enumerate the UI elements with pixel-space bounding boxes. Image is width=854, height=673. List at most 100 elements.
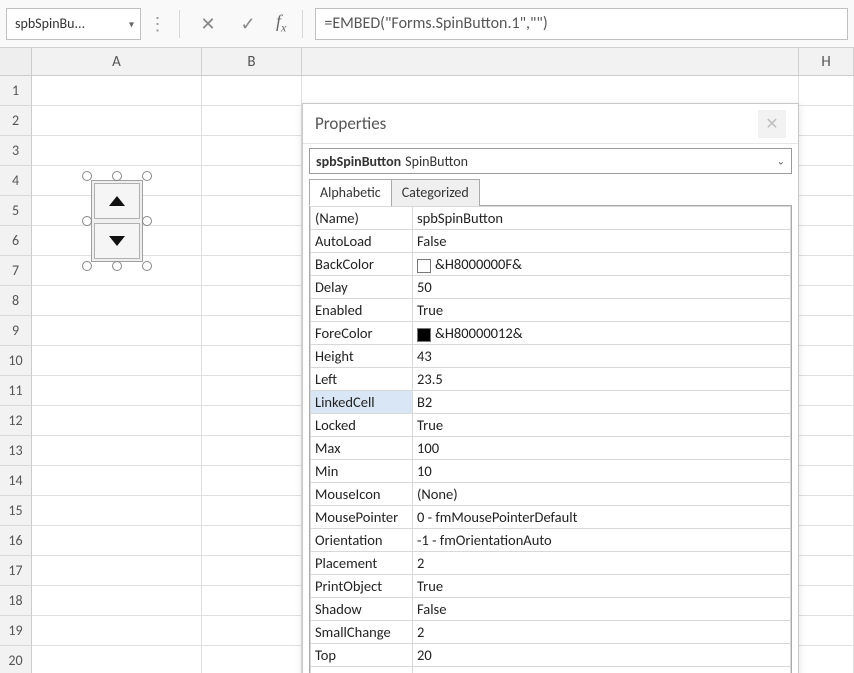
- cell[interactable]: [799, 136, 854, 166]
- cell[interactable]: [202, 226, 302, 256]
- cell[interactable]: [799, 616, 854, 646]
- cancel-icon[interactable]: ✕: [192, 8, 224, 40]
- property-name[interactable]: Orientation: [311, 529, 413, 552]
- cell[interactable]: [32, 436, 202, 466]
- cell[interactable]: [799, 406, 854, 436]
- row-header[interactable]: 20: [0, 646, 32, 673]
- property-name[interactable]: MouseIcon: [311, 483, 413, 506]
- cell[interactable]: [799, 316, 854, 346]
- property-value[interactable]: (None): [413, 483, 791, 506]
- property-value[interactable]: True: [413, 414, 791, 437]
- property-name[interactable]: MousePointer: [311, 506, 413, 529]
- property-name[interactable]: Min: [311, 460, 413, 483]
- tab-alphabetic[interactable]: Alphabetic: [309, 179, 392, 206]
- property-row[interactable]: Height43: [311, 345, 791, 368]
- property-row[interactable]: (Name)spbSpinButton: [311, 207, 791, 230]
- cell[interactable]: [202, 196, 302, 226]
- cell[interactable]: [202, 256, 302, 286]
- cell[interactable]: [32, 286, 202, 316]
- cell[interactable]: [32, 376, 202, 406]
- property-value[interactable]: 20: [413, 644, 791, 667]
- property-value[interactable]: &H8000000F&: [413, 253, 791, 276]
- cell[interactable]: [32, 316, 202, 346]
- resize-handle-tm[interactable]: [112, 171, 122, 181]
- cell[interactable]: [202, 286, 302, 316]
- name-box[interactable]: spbSpinBu... ▾: [6, 8, 141, 40]
- cell[interactable]: [202, 346, 302, 376]
- property-name[interactable]: Delay: [311, 276, 413, 299]
- spinbutton-control[interactable]: [87, 176, 147, 266]
- spin-down-button[interactable]: [94, 223, 140, 259]
- column-header-A[interactable]: A: [32, 48, 202, 76]
- column-header-H[interactable]: H: [799, 48, 854, 76]
- cell[interactable]: [799, 76, 854, 106]
- property-name[interactable]: Shadow: [311, 598, 413, 621]
- property-name[interactable]: SmallChange: [311, 621, 413, 644]
- property-row[interactable]: Value100: [311, 667, 791, 673]
- cell[interactable]: [202, 466, 302, 496]
- property-value[interactable]: True: [413, 575, 791, 598]
- row-header[interactable]: 18: [0, 586, 32, 616]
- property-name[interactable]: PrintObject: [311, 575, 413, 598]
- row-header[interactable]: 4: [0, 166, 32, 196]
- property-row[interactable]: LinkedCellB2: [311, 391, 791, 414]
- resize-handle-tr[interactable]: [142, 171, 152, 181]
- row-header[interactable]: 14: [0, 466, 32, 496]
- cell[interactable]: [32, 136, 202, 166]
- cell[interactable]: [202, 376, 302, 406]
- property-name[interactable]: AutoLoad: [311, 230, 413, 253]
- cell[interactable]: [32, 526, 202, 556]
- property-row[interactable]: ShadowFalse: [311, 598, 791, 621]
- property-name[interactable]: Height: [311, 345, 413, 368]
- property-row[interactable]: EnabledTrue: [311, 299, 791, 322]
- cell[interactable]: [202, 496, 302, 526]
- spin-up-button[interactable]: [94, 183, 140, 219]
- cell[interactable]: [202, 616, 302, 646]
- cell[interactable]: [32, 346, 202, 376]
- tab-categorized[interactable]: Categorized: [391, 179, 480, 206]
- row-header[interactable]: 15: [0, 496, 32, 526]
- property-value[interactable]: False: [413, 230, 791, 253]
- property-row[interactable]: LockedTrue: [311, 414, 791, 437]
- cell[interactable]: [799, 376, 854, 406]
- cell[interactable]: [202, 136, 302, 166]
- formula-bar[interactable]: =EMBED("Forms.SpinButton.1",""): [315, 8, 848, 40]
- property-value[interactable]: False: [413, 598, 791, 621]
- property-row[interactable]: Min10: [311, 460, 791, 483]
- cell[interactable]: [32, 556, 202, 586]
- property-name[interactable]: Value: [311, 667, 413, 673]
- property-value[interactable]: 2: [413, 621, 791, 644]
- cell[interactable]: [32, 406, 202, 436]
- cell[interactable]: [799, 196, 854, 226]
- cell[interactable]: [799, 556, 854, 586]
- row-header[interactable]: 17: [0, 556, 32, 586]
- cell[interactable]: [202, 406, 302, 436]
- property-name[interactable]: Enabled: [311, 299, 413, 322]
- cell[interactable]: [32, 466, 202, 496]
- row-header[interactable]: 8: [0, 286, 32, 316]
- property-name[interactable]: Top: [311, 644, 413, 667]
- property-row[interactable]: SmallChange2: [311, 621, 791, 644]
- row-header[interactable]: 9: [0, 316, 32, 346]
- cell[interactable]: [202, 526, 302, 556]
- property-value[interactable]: 10: [413, 460, 791, 483]
- property-value[interactable]: B2: [413, 391, 791, 414]
- cell[interactable]: [799, 256, 854, 286]
- property-row[interactable]: MouseIcon(None): [311, 483, 791, 506]
- cell[interactable]: [32, 76, 202, 106]
- cell[interactable]: [202, 586, 302, 616]
- cell[interactable]: [799, 436, 854, 466]
- cell[interactable]: [32, 496, 202, 526]
- cell[interactable]: [202, 436, 302, 466]
- cell[interactable]: [202, 316, 302, 346]
- properties-window[interactable]: Properties ✕ spbSpinButton SpinButton ⌄ …: [302, 103, 799, 673]
- cell[interactable]: [799, 166, 854, 196]
- resize-handle-mr[interactable]: [142, 216, 152, 226]
- property-row[interactable]: PrintObjectTrue: [311, 575, 791, 598]
- property-row[interactable]: ForeColor&H80000012&: [311, 322, 791, 345]
- property-name[interactable]: Locked: [311, 414, 413, 437]
- property-name[interactable]: LinkedCell: [311, 391, 413, 414]
- resize-handle-tl[interactable]: [82, 171, 92, 181]
- property-value[interactable]: 100: [413, 437, 791, 460]
- property-row[interactable]: MousePointer0 - fmMousePointerDefault: [311, 506, 791, 529]
